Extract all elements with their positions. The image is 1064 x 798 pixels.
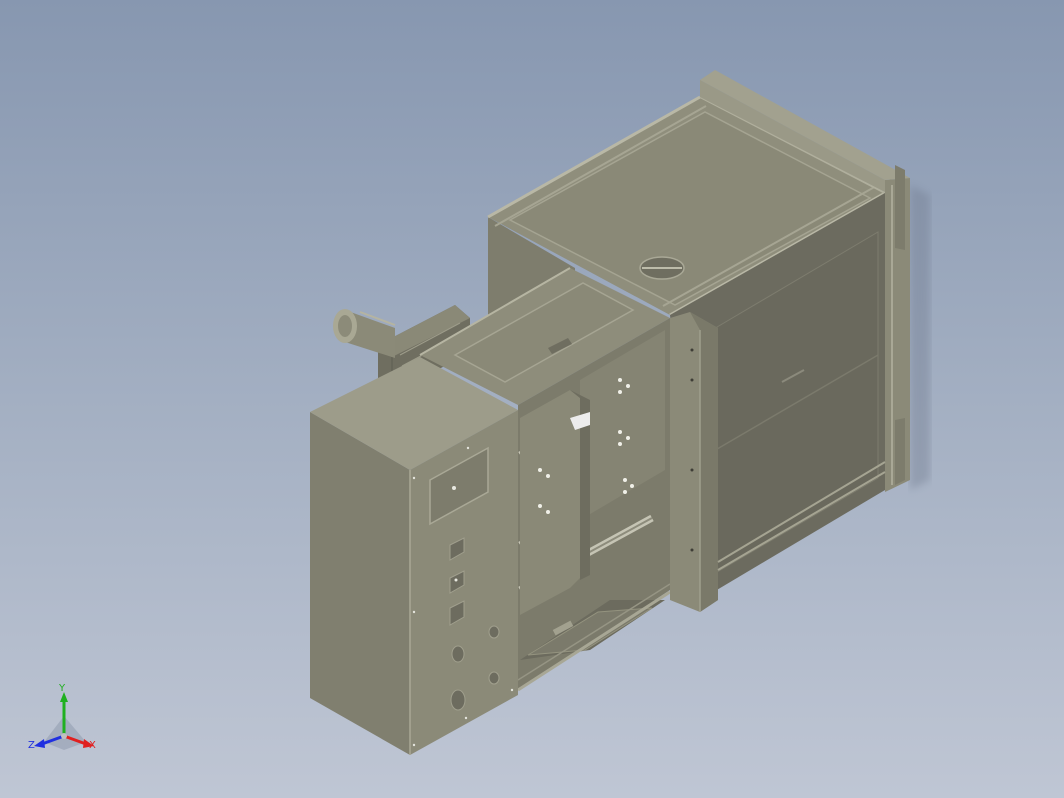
y-axis-label: Y	[59, 683, 66, 694]
axis-triad[interactable]: Y Z X	[26, 684, 106, 756]
end-plate-flange-bottom	[895, 418, 905, 485]
round-button-3[interactable]	[488, 625, 500, 639]
motor-cap-center	[338, 315, 352, 337]
moving-platen	[520, 390, 580, 615]
machine-model[interactable]	[0, 0, 1064, 798]
z-axis-head	[34, 739, 45, 748]
display-indicator	[452, 486, 456, 490]
z-axis-label: Z	[28, 740, 35, 751]
cabinet-left-face	[310, 412, 410, 755]
round-button-4[interactable]	[488, 671, 500, 685]
x-axis-label: X	[89, 740, 96, 751]
switch-indicator	[454, 578, 458, 582]
round-button-2[interactable]	[450, 689, 466, 711]
control-cabinet	[310, 357, 518, 755]
round-button-1[interactable]	[451, 645, 465, 663]
triad-origin	[61, 733, 67, 739]
model-shadow	[910, 185, 930, 490]
cad-viewport[interactable]: Y Z X	[0, 0, 1064, 798]
end-plate-flange-top	[895, 165, 905, 250]
